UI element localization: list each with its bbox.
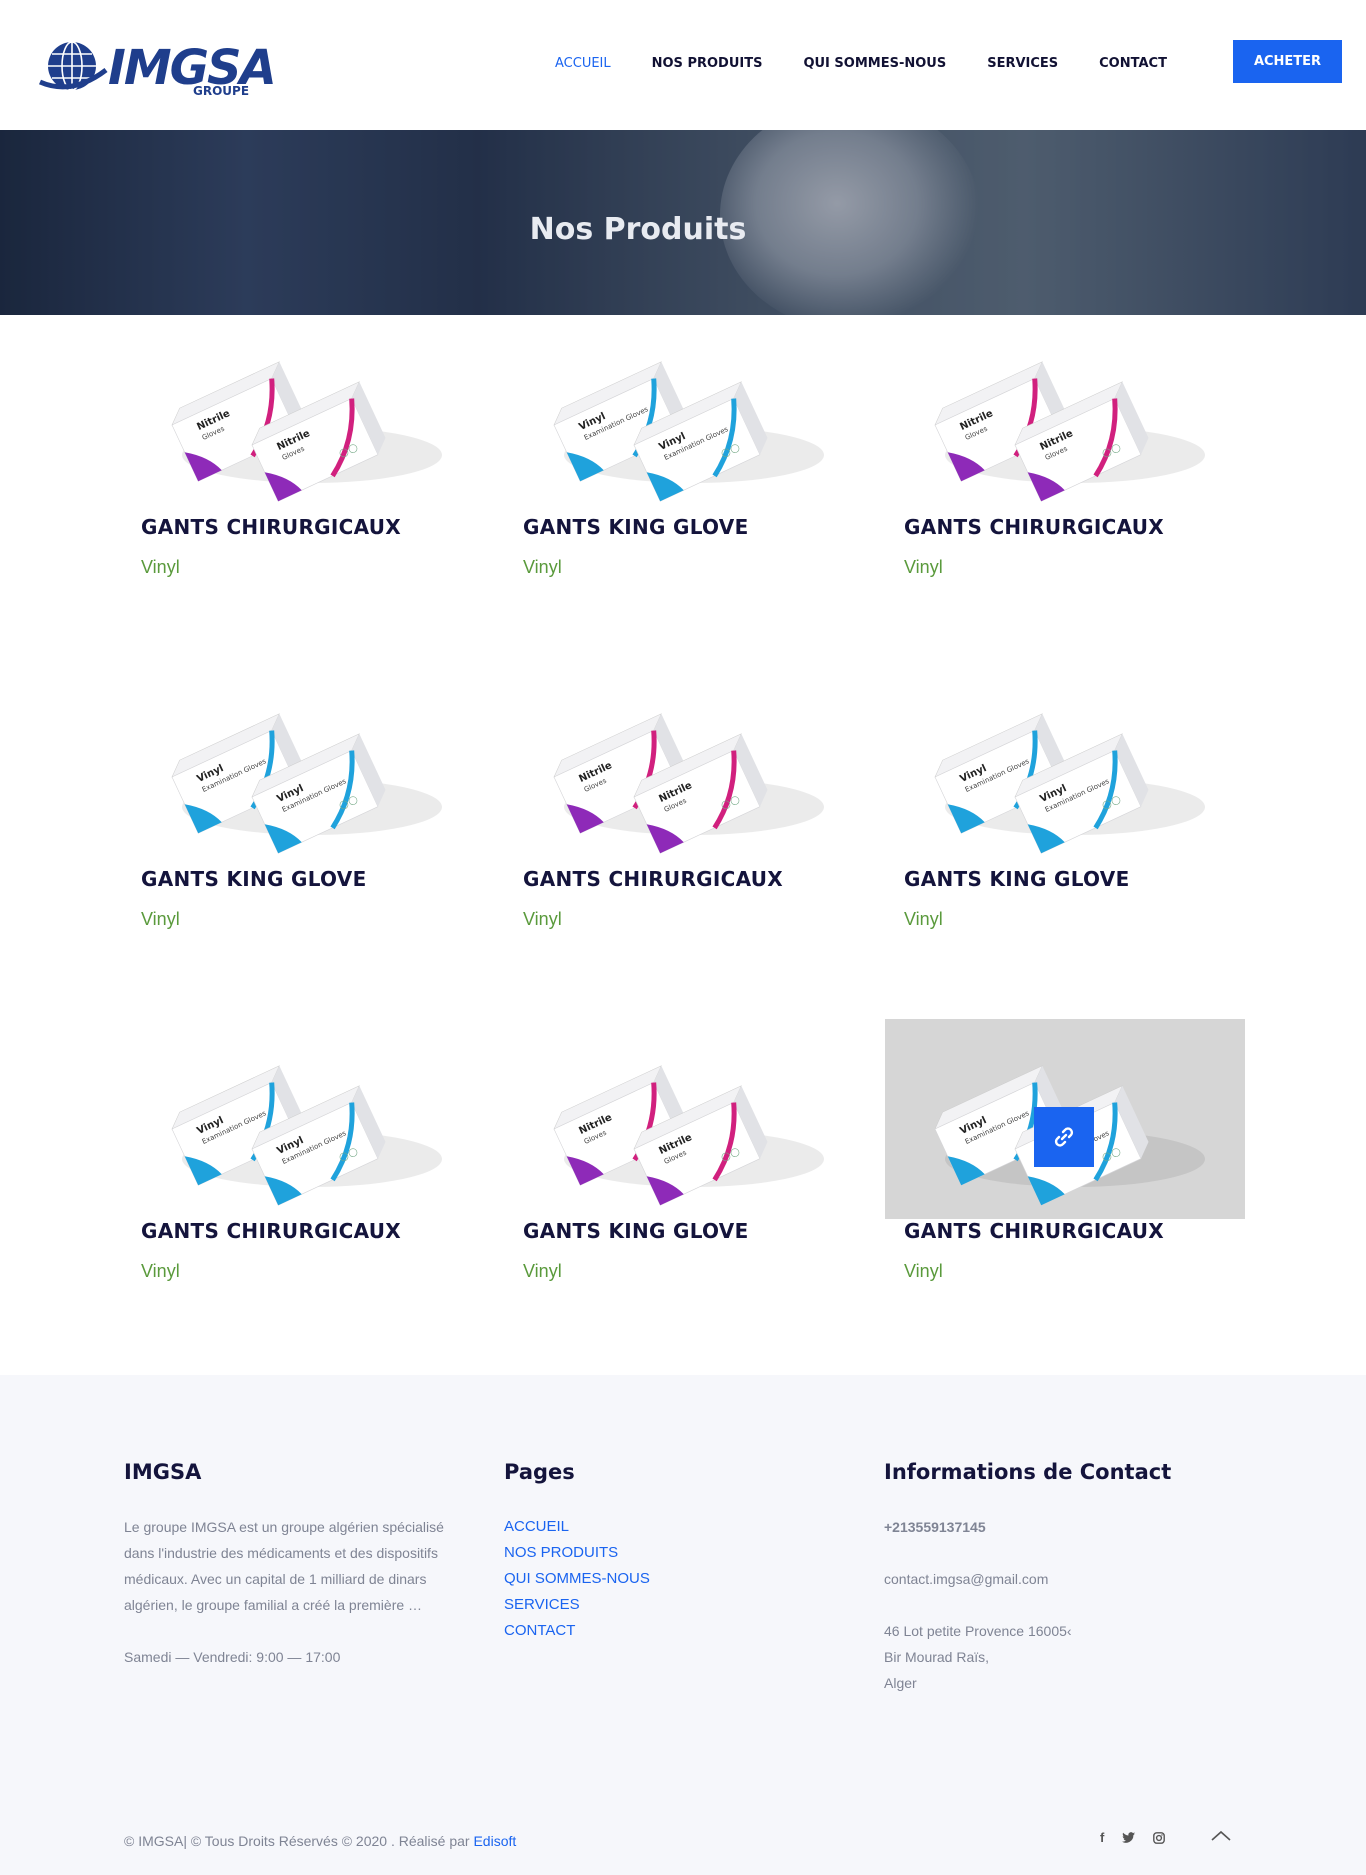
nav-accueil[interactable]: ACCUEIL — [555, 56, 611, 71]
imgsa-logo[interactable]: IMGSA GROUPE — [38, 36, 277, 98]
product-category: Vinyl — [141, 557, 180, 577]
product-image[interactable]: VinylExamination GlovesVinylExamination … — [885, 1019, 1245, 1219]
product-card[interactable]: VinylExamination GlovesVinylExamination … — [885, 667, 1245, 1007]
twitter-icon[interactable] — [1122, 1831, 1136, 1844]
product-card[interactable]: Nitrile Gloves Nitrile Gloves GANTS CHIRURGI… — [122, 315, 482, 655]
product-card[interactable]: VinylExamination GlovesVinylExamination … — [885, 1019, 1245, 1359]
product-image[interactable]: VinylExamination GlovesVinylExamination … — [122, 1019, 482, 1219]
product-title[interactable]: GANTS KING GLOVE — [141, 867, 367, 891]
product-image[interactable]: Nitrile Gloves Nitrile Gloves — [885, 315, 1245, 515]
footer-link-services[interactable]: SERVICES — [504, 1592, 804, 1618]
footer-about: IMGSA Le groupe IMGSA est un groupe algé… — [124, 1460, 484, 1670]
footer-link-qui-sommes-nous[interactable]: QUI SOMMES-NOUS — [504, 1566, 804, 1592]
footer-pages: Pages ACCUEIL NOS PRODUITS QUI SOMMES-NO… — [504, 1460, 804, 1644]
product-title[interactable]: GANTS CHIRURGICAUX — [523, 867, 783, 891]
site-header: IMGSA GROUPE ACCUEIL NOS PRODUITS QUI SO… — [0, 0, 1366, 130]
footer-link-accueil[interactable]: ACCUEIL — [504, 1514, 804, 1540]
footer-hours: Samedi — Vendredi: 9:00 — 17:00 — [124, 1649, 341, 1665]
product-category: Vinyl — [523, 557, 562, 577]
nav-contact[interactable]: CONTACT — [1099, 56, 1167, 71]
site-footer: IMGSA Le groupe IMGSA est un groupe algé… — [0, 1375, 1366, 1875]
product-category: Vinyl — [523, 1261, 562, 1281]
product-title[interactable]: GANTS CHIRURGICAUX — [141, 1219, 401, 1243]
product-title[interactable]: GANTS CHIRURGICAUX — [904, 1219, 1164, 1243]
footer-phone: +213559137145 — [884, 1519, 986, 1535]
product-category: Vinyl — [141, 909, 180, 929]
product-card[interactable]: Nitrile Gloves Nitrile Gloves GANTS KING GLO… — [504, 1019, 864, 1359]
product-image[interactable]: VinylExamination GlovesVinylExamination … — [885, 667, 1245, 867]
footer-about-text: Le groupe IMGSA est un groupe algérien s… — [124, 1519, 444, 1613]
product-image[interactable]: Nitrile Gloves Nitrile Gloves — [122, 315, 482, 515]
hero-banner: Nos Produits — [0, 130, 1366, 315]
product-card[interactable]: Nitrile Gloves Nitrile Gloves GANTS CHIRURGI… — [885, 315, 1245, 655]
footer-link-contact[interactable]: CONTACT — [504, 1618, 804, 1644]
logo-wordmark: IMGSA — [108, 40, 277, 96]
product-title[interactable]: GANTS KING GLOVE — [904, 867, 1130, 891]
footer-address: 46 Lot petite Provence 16005‹ Bir Mourad… — [884, 1623, 1072, 1691]
footer-email[interactable]: contact.imgsa@gmail.com — [884, 1566, 1224, 1592]
footer-contact: Informations de Contact +213559137145 co… — [884, 1460, 1224, 1696]
footer-about-heading: IMGSA — [124, 1460, 202, 1484]
nav-qui-sommes-nous[interactable]: QUI SOMMES-NOUS — [803, 56, 946, 71]
page-title: Nos Produits — [529, 212, 747, 247]
globe-icon — [38, 41, 108, 91]
facebook-icon[interactable]: f — [1100, 1830, 1104, 1845]
product-card[interactable]: VinylExamination GlovesVinylExamination … — [122, 667, 482, 1007]
footer-pages-heading: Pages — [504, 1460, 575, 1484]
product-category: Vinyl — [904, 557, 943, 577]
product-category: Vinyl — [904, 1261, 943, 1281]
buy-button[interactable]: ACHETER — [1233, 40, 1342, 83]
product-category: Vinyl — [904, 909, 943, 929]
product-title[interactable]: GANTS KING GLOVE — [523, 515, 749, 539]
product-title[interactable]: GANTS CHIRURGICAUX — [904, 515, 1164, 539]
social-links: f — [1100, 1830, 1166, 1845]
link-icon[interactable] — [1034, 1107, 1094, 1167]
product-title[interactable]: GANTS CHIRURGICAUX — [141, 515, 401, 539]
product-image[interactable]: VinylExamination GlovesVinylExamination … — [504, 315, 864, 515]
logo-subtitle: GROUPE — [193, 84, 250, 98]
product-category: Vinyl — [523, 909, 562, 929]
product-image[interactable]: VinylExamination GlovesVinylExamination … — [122, 667, 482, 867]
footer-contact-heading: Informations de Contact — [884, 1460, 1172, 1484]
product-image[interactable]: Nitrile Gloves Nitrile Gloves — [504, 667, 864, 867]
nav-services[interactable]: SERVICES — [987, 56, 1058, 71]
product-card[interactable]: VinylExamination GlovesVinylExamination … — [504, 315, 864, 655]
product-title[interactable]: GANTS KING GLOVE — [523, 1219, 749, 1243]
product-category: Vinyl — [141, 1261, 180, 1281]
copyright-text: © IMGSA| © Tous Droits Réservés © 2020 .… — [124, 1833, 517, 1849]
product-card[interactable]: VinylExamination GlovesVinylExamination … — [122, 1019, 482, 1359]
main-nav: ACCUEIL NOS PRODUITS QUI SOMMES-NOUS SER… — [555, 56, 1208, 71]
product-image[interactable]: Nitrile Gloves Nitrile Gloves — [504, 1019, 864, 1219]
instagram-icon[interactable] — [1153, 1831, 1166, 1844]
product-card[interactable]: Nitrile Gloves Nitrile Gloves GANTS CHIRURGI… — [504, 667, 864, 1007]
footer-link-nos-produits[interactable]: NOS PRODUITS — [504, 1540, 804, 1566]
edisoft-link[interactable]: Edisoft — [473, 1833, 516, 1849]
nav-nos-produits[interactable]: NOS PRODUITS — [652, 56, 763, 71]
scroll-to-top-icon[interactable] — [1210, 1825, 1232, 1847]
